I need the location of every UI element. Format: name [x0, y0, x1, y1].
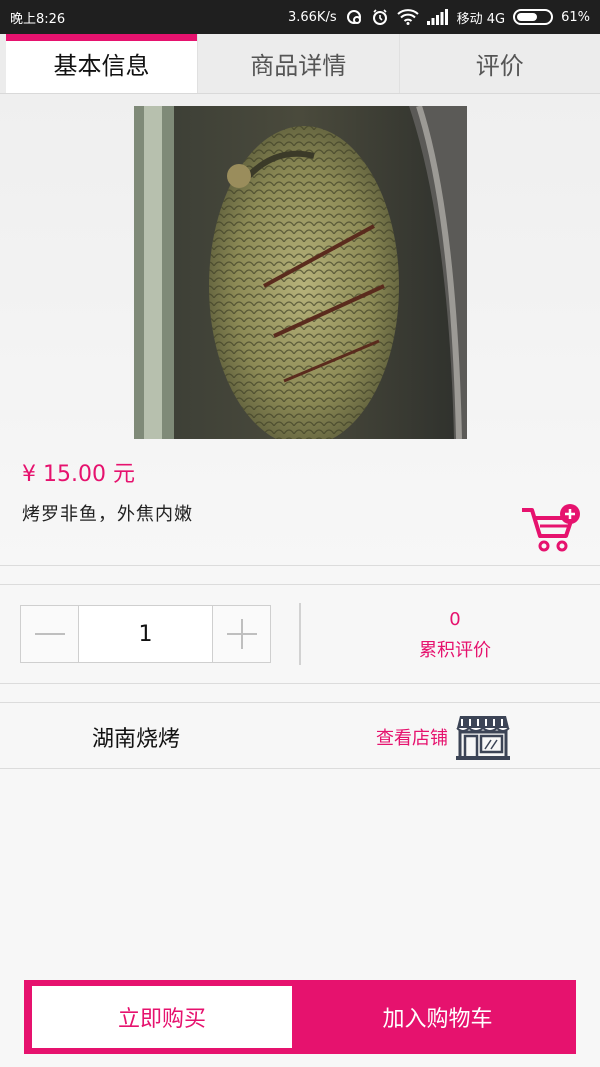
battery-fill — [517, 13, 537, 21]
wifi-icon — [396, 9, 419, 25]
tab-reviews[interactable]: 评价 — [400, 34, 600, 93]
quantity-decrease-button[interactable] — [21, 606, 79, 662]
view-store-button[interactable]: 查看店铺 — [376, 713, 510, 761]
battery-icon — [513, 9, 554, 25]
buy-now-button[interactable]: 立即购买 — [32, 986, 292, 1048]
status-time: 晚上8:26 — [10, 11, 66, 27]
battery-percent: 61% — [561, 9, 590, 25]
network-speed: 3.66K/s — [287, 9, 337, 25]
status-right: 3.66K/s 移动 4G 61% — [288, 8, 590, 27]
product-info-section: ¥ 15.00 元 烤罗非鱼，外焦内嫩 — [0, 94, 600, 566]
product-price: ¥ 15.00 元 — [22, 462, 135, 487]
divider — [299, 603, 301, 665]
status-bar: 晚上8:26 3.66K/s 移动 4G 61% — [0, 0, 600, 34]
sync-icon — [345, 8, 363, 26]
product-name: 烤罗非鱼，外焦内嫩 — [22, 504, 193, 525]
view-store-label: 查看店铺 — [376, 728, 448, 749]
bottom-action-bar: 立即购买 加入购物车 — [24, 980, 576, 1054]
quantity-increase-button[interactable] — [212, 606, 270, 662]
tab-basic-info[interactable]: 基本信息 — [6, 34, 198, 93]
signal-icon — [426, 9, 449, 25]
quantity-value[interactable]: 1 — [79, 606, 212, 662]
carrier-label: 移动 4G — [456, 11, 506, 27]
alarm-icon — [371, 8, 389, 26]
minus-icon — [34, 633, 65, 635]
plus-icon — [226, 619, 257, 649]
product-image — [134, 106, 467, 439]
tab-bar: 基本信息 商品详情 评价 — [0, 34, 600, 94]
reviews-label: 累积评价 — [419, 640, 491, 661]
cumulative-reviews[interactable]: 0 累积评价 — [380, 609, 530, 662]
add-to-cart-icon[interactable] — [520, 502, 582, 554]
store-name: 湖南烧烤 — [92, 727, 181, 752]
storefront-icon — [456, 716, 510, 760]
add-to-cart-button[interactable]: 加入购物车 — [299, 980, 576, 1054]
tab-product-details[interactable]: 商品详情 — [198, 34, 400, 93]
quantity-row: 1 0 累积评价 — [0, 584, 600, 684]
store-row: 湖南烧烤 查看店铺 — [0, 702, 600, 769]
quantity-stepper: 1 — [20, 605, 271, 663]
reviews-count: 0 — [449, 609, 461, 630]
